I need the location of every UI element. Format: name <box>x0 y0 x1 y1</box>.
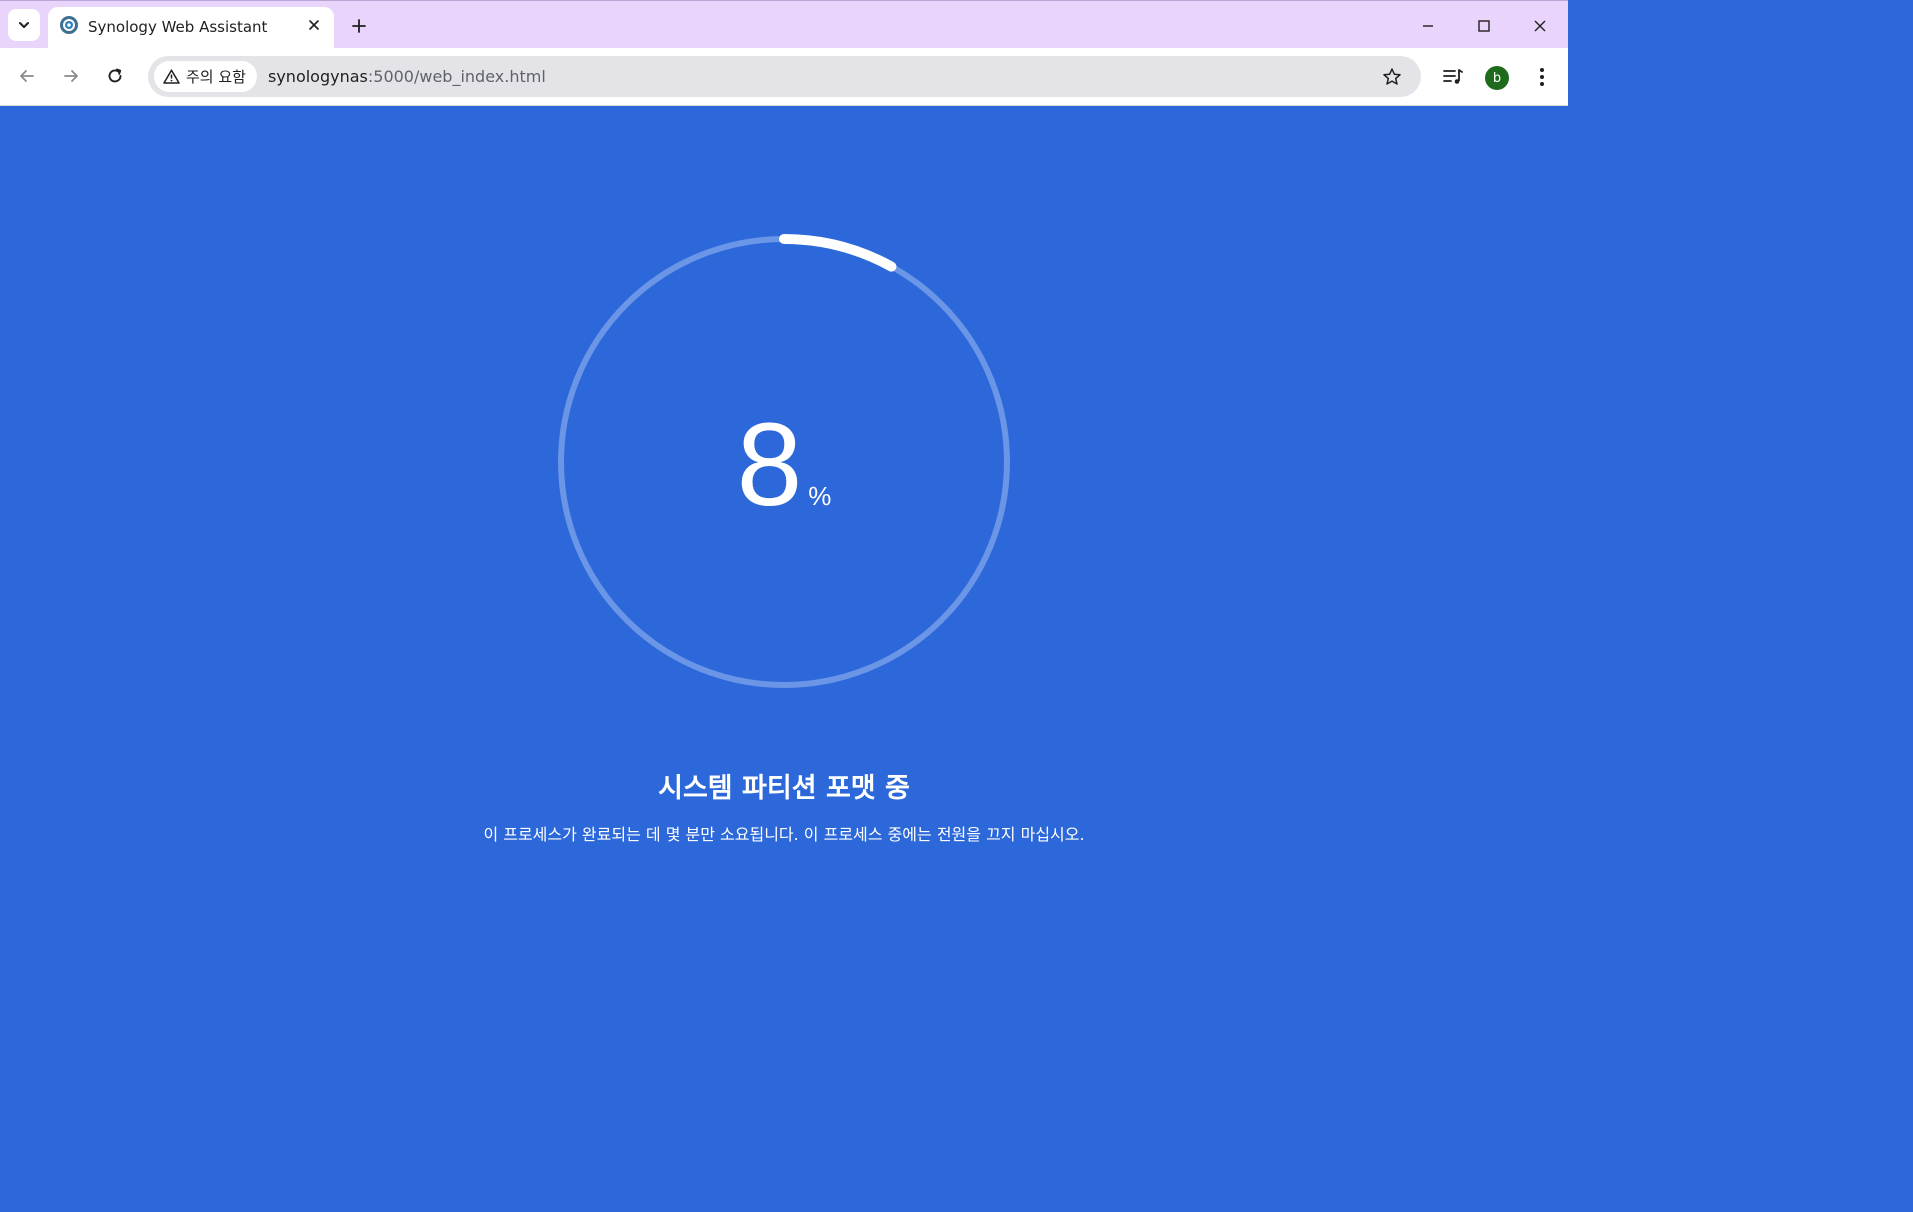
active-tab[interactable]: Synology Web Assistant <box>48 7 334 49</box>
new-tab-button[interactable] <box>346 13 372 39</box>
back-button[interactable] <box>13 62 41 90</box>
kebab-menu-icon <box>1540 68 1544 86</box>
synology-favicon <box>60 16 78 34</box>
media-control-icon <box>1443 69 1463 84</box>
security-label: 주의 요함 <box>186 68 246 86</box>
window-close-icon <box>1534 20 1546 32</box>
media-control-button[interactable] <box>1440 64 1466 90</box>
tab-search-button[interactable] <box>8 9 40 41</box>
status-description: 이 프로세스가 완료되는 데 몇 분만 소요됩니다. 이 프로세스 중에는 전원… <box>483 825 1085 844</box>
tab-title: Synology Web Assistant <box>88 18 268 36</box>
url-path: :5000/web_index.html <box>367 67 546 86</box>
url-text[interactable]: synologynas:5000/web_index.html <box>268 67 546 86</box>
back-arrow-icon <box>20 70 34 82</box>
reload-button[interactable] <box>101 62 129 90</box>
warning-icon <box>163 69 180 84</box>
progress-unit: % <box>808 481 832 511</box>
reload-icon <box>108 68 122 83</box>
star-icon <box>1383 68 1401 85</box>
status-title: 시스템 파티션 포맷 중 <box>658 773 910 804</box>
plus-icon <box>352 19 366 33</box>
page-content: 8% 시스템 파티션 포맷 중 이 프로세스가 완료되는 데 몇 분만 소요됩니… <box>0 107 1568 993</box>
tab-close-button[interactable] <box>303 14 325 36</box>
minimize-icon <box>1423 25 1433 27</box>
close-icon <box>309 20 319 30</box>
site-security-chip[interactable]: 주의 요함 <box>154 61 257 92</box>
maximize-icon <box>1478 20 1490 32</box>
address-bar[interactable]: 주의 요함 synologynas:5000/web_index.html <box>148 56 1421 97</box>
browser-menu-button[interactable] <box>1530 64 1554 90</box>
progress-value: 8 <box>736 399 805 531</box>
chevron-down-icon <box>19 22 29 28</box>
maximize-button[interactable] <box>1469 11 1499 41</box>
forward-arrow-icon <box>64 70 78 82</box>
url-host: synologynas <box>268 67 368 86</box>
window-close-button[interactable] <box>1525 11 1555 41</box>
tab-strip: Synology Web Assistant <box>0 0 1568 49</box>
progress-ring-arc <box>779 234 897 272</box>
browser-toolbar: 주의 요함 synologynas:5000/web_index.html b <box>0 48 1568 106</box>
progress-percentage: 8% <box>0 397 1568 533</box>
forward-button[interactable] <box>57 62 85 90</box>
profile-avatar[interactable]: b <box>1485 66 1509 90</box>
progress-ring <box>558 234 1010 688</box>
bookmark-button[interactable] <box>1380 65 1404 89</box>
minimize-button[interactable] <box>1413 11 1443 41</box>
